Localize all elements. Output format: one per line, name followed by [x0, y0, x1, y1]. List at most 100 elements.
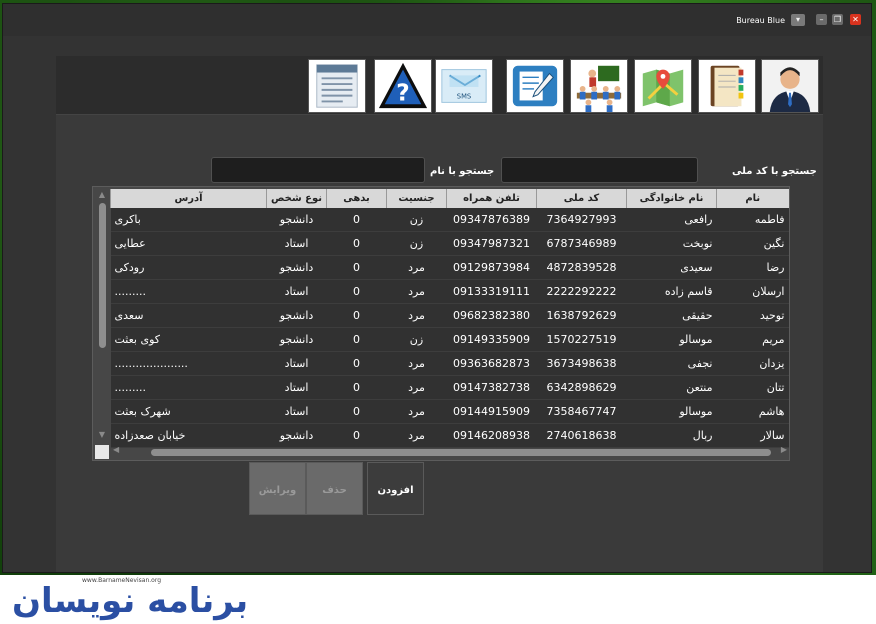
table-cell: توحید	[716, 303, 789, 328]
table-row[interactable]: رضا سعیدی 4872839528 09129873984 مرد 0 دانشجو ر…	[110, 255, 789, 280]
map-pin-icon	[635, 60, 691, 112]
table-cell: مرد	[386, 279, 447, 304]
delete-button[interactable]: حذف	[306, 462, 363, 515]
scroll-left-icon[interactable]: ◀	[113, 445, 119, 454]
table-cell: دانشجو	[266, 208, 327, 232]
column-header[interactable]: تلفن همراه	[446, 189, 537, 208]
vertical-scrollbar[interactable]: ▲ ▼	[95, 189, 109, 441]
sms-button[interactable]: SMS	[435, 59, 493, 113]
table-cell: فاطمه	[716, 208, 789, 232]
column-header[interactable]: آدرس	[110, 189, 267, 208]
add-button[interactable]: افزودن	[367, 462, 424, 515]
close-icon[interactable]: ✕	[850, 14, 861, 25]
vertical-scroll-thumb[interactable]	[99, 203, 106, 348]
table-cell: 0	[326, 327, 387, 352]
table-cell: 0	[326, 255, 387, 280]
table-row[interactable]: تتان منتعن 6342898629 09147382738 مرد 0 استاد.…	[110, 375, 789, 400]
edit-button[interactable]: ویرایش	[249, 462, 306, 515]
table-cell: نوبخت	[626, 231, 717, 256]
table-cell: سعیدی	[626, 255, 717, 280]
table-body: فاطمه رافعی 7364927993 09347876389 زن 0 دانشجو…	[110, 208, 789, 448]
table-cell: 0	[326, 303, 387, 328]
pencil-document-icon	[507, 60, 563, 112]
name-search-input[interactable]	[211, 157, 425, 183]
table-row[interactable]: توحید حقیقی 1638792629 09682382380 مرد 0 دانشج…	[110, 303, 789, 328]
table-cell: حقیقی	[626, 303, 717, 328]
scroll-up-icon[interactable]: ▲	[95, 189, 109, 201]
restore-icon[interactable]: ❐	[832, 14, 843, 25]
scroll-corner	[95, 445, 109, 459]
table-cell: دانشجو	[266, 255, 327, 280]
map-button[interactable]	[634, 59, 692, 113]
table-cell: سالار	[716, 423, 789, 448]
table-header-row: نام نام خانوادگی کد ملی تلفن همراه جنسیت…	[110, 189, 789, 208]
table-cell: قاسم زاده	[626, 279, 717, 304]
table-cell: 0	[326, 231, 387, 256]
table-row[interactable]: هاشم موسالو 7358467747 09144915909 مرد 0 استاد…	[110, 399, 789, 424]
horizontal-scrollbar[interactable]: ◀ ▶	[109, 445, 789, 459]
table-cell: رضا	[716, 255, 789, 280]
contacts-book-button[interactable]	[698, 59, 756, 113]
name-search-label: جستجو با نام	[430, 166, 495, 177]
meeting-button[interactable]	[570, 59, 628, 113]
column-header[interactable]: کد ملی	[536, 189, 627, 208]
table-cell: 0	[326, 375, 387, 400]
table-cell: زن	[386, 231, 447, 256]
table-cell: زن	[386, 327, 447, 352]
table-row[interactable]: مریم موسالو 1570227519 09149335909 زن 0 دانشجو…	[110, 327, 789, 352]
table-row[interactable]: ارسلان قاسم زاده 2222292222 09133319111 مرد 0…	[110, 279, 789, 304]
table-cell: مرد	[386, 303, 447, 328]
user-profile-button[interactable]	[761, 59, 819, 113]
table-cell: استاد	[266, 231, 327, 256]
theme-label: Bureau Blue	[736, 16, 785, 25]
table-cell: استاد	[266, 279, 327, 304]
table-cell: 09146208938	[446, 423, 537, 448]
table-cell: 09682382380	[446, 303, 537, 328]
column-header[interactable]: بدهی	[326, 189, 387, 208]
chevron-down-icon[interactable]: ▾	[791, 14, 805, 26]
table-cell: نجفی	[626, 351, 717, 376]
table-row[interactable]: نگین نوبخت 6787346989 09347987321 زن 0 استاد عط…	[110, 231, 789, 256]
table-cell: 09149335909	[446, 327, 537, 352]
envelope-sms-icon: SMS	[436, 60, 492, 112]
table-cell: 6787346989	[536, 231, 627, 256]
column-header[interactable]: نام خانوادگی	[626, 189, 717, 208]
scroll-down-icon[interactable]: ▼	[95, 429, 109, 441]
national-code-search-input[interactable]	[501, 157, 698, 183]
people-presentation-icon	[571, 60, 627, 112]
scroll-right-icon[interactable]: ▶	[781, 445, 787, 454]
table-cell: 4872839528	[536, 255, 627, 280]
table-row[interactable]: سالار ربال 2740618638 09146208938 مرد 0 دانشجو…	[110, 423, 789, 448]
table-cell: 2740618638	[536, 423, 627, 448]
horizontal-scroll-thumb[interactable]	[151, 449, 771, 456]
table-cell: 0	[326, 399, 387, 424]
table-cell: ربال	[626, 423, 717, 448]
national-code-search-label: جستجو با کد ملی	[732, 166, 817, 177]
table-cell: تتان	[716, 375, 789, 400]
table-cell: 0	[326, 423, 387, 448]
table-cell: .........	[110, 375, 267, 400]
table-cell: .........	[110, 279, 267, 304]
table-cell: 09133319111	[446, 279, 537, 304]
table-cell: هاشم	[716, 399, 789, 424]
table-cell: 1638792629	[536, 303, 627, 328]
table-row[interactable]: فاطمه رافعی 7364927993 09347876389 زن 0 دانشجو…	[110, 208, 789, 232]
table-cell: 09147382738	[446, 375, 537, 400]
question-mark-icon: ?	[375, 60, 431, 112]
table-cell: 2222292222	[536, 279, 627, 304]
minimize-icon[interactable]: –	[816, 14, 827, 25]
table-cell: 7364927993	[536, 208, 627, 232]
table-cell: 3673498638	[536, 351, 627, 376]
table-cell: عطایی	[110, 231, 267, 256]
table-cell: 09129873984	[446, 255, 537, 280]
help-button[interactable]: ?	[374, 59, 432, 113]
edit-note-button[interactable]	[506, 59, 564, 113]
column-header[interactable]: جنسیت	[386, 189, 447, 208]
table-cell: مریم	[716, 327, 789, 352]
column-header[interactable]: نام	[716, 189, 789, 208]
column-header[interactable]: نوع شخص	[266, 189, 327, 208]
table-cell: ارسلان	[716, 279, 789, 304]
report-button[interactable]	[308, 59, 366, 113]
table-cell: دانشجو	[266, 423, 327, 448]
table-row[interactable]: یزدان نجفی 3673498638 09363682873 مرد 0 استاد.…	[110, 351, 789, 376]
